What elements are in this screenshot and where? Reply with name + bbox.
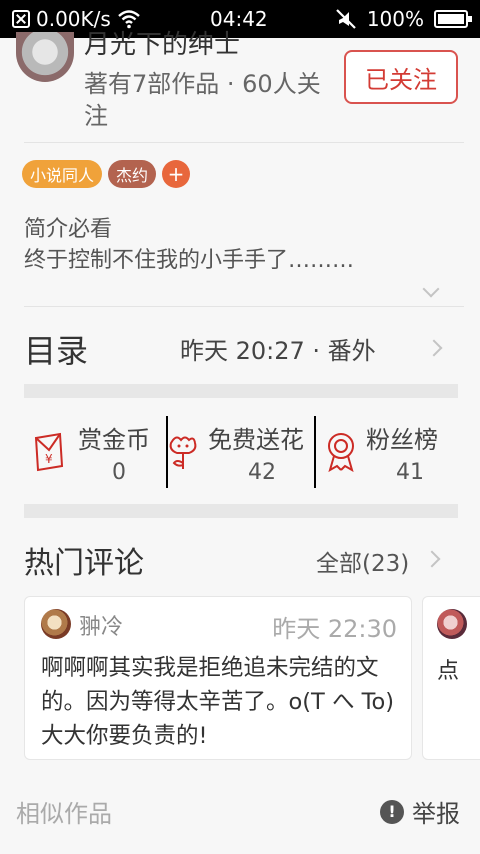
commenter-avatar[interactable] (437, 609, 467, 639)
comment-text: 点 (437, 659, 460, 684)
similar-works-label[interactable]: 相似作品 (16, 794, 112, 829)
exclamation-icon: ! (380, 799, 404, 824)
notification-icon (12, 10, 30, 28)
report-label: 举报 (412, 800, 460, 828)
red-envelope-icon: ¥ (34, 432, 64, 472)
send-flowers[interactable]: 免费送花 42 (168, 414, 314, 490)
tag-fanfic[interactable]: 小说同人 (22, 160, 103, 188)
chevron-down-icon[interactable] (422, 280, 440, 298)
battery-percent: 100% (366, 7, 424, 31)
support-stats: ¥ 赏金币 0 免费送花 42 粉丝榜 41 (0, 414, 480, 490)
chevron-right-icon (425, 339, 443, 357)
follow-button[interactable]: 已关注 (344, 50, 458, 104)
comment-time: 昨天 22:30 (272, 615, 397, 643)
medal-icon (328, 433, 354, 472)
tag-pairing[interactable]: 杰约 (108, 160, 157, 188)
comment-card[interactable]: 翀冷 昨天 22:30 啊啊啊其实我是拒绝追未完结的文的。因为等得太辛苦了。o(… (24, 596, 412, 760)
battery-icon (434, 10, 472, 28)
intro-section[interactable]: 简介必看 终于控制不住我的小手手了……… (24, 214, 354, 276)
section-band (24, 504, 458, 518)
svg-text:¥: ¥ (45, 452, 53, 466)
catalog-title: 目录 (24, 332, 89, 370)
catalog-latest: 昨天 20:27 · 番外 (180, 337, 376, 365)
author-avatar[interactable] (16, 32, 74, 82)
tag-list: 小说同人 杰约 + (22, 160, 191, 188)
author-section: 月光下的绅士 著有7部作品 · 60人关注 已关注 (0, 30, 480, 142)
divider (24, 306, 464, 307)
reward-value: 0 (112, 460, 126, 485)
status-right: 100% (335, 7, 472, 31)
catalog-row[interactable]: 目录 昨天 20:27 · 番外 (0, 320, 480, 380)
flowers-value: 42 (248, 460, 276, 485)
comment-card[interactable]: 点 (422, 596, 480, 760)
intro-text: 终于控制不住我的小手手了……… (24, 248, 355, 273)
intro-title: 简介必看 (24, 217, 113, 242)
fans-ranking[interactable]: 粉丝榜 41 (316, 414, 480, 490)
chevron-right-icon[interactable] (423, 550, 441, 568)
author-stats: 著有7部作品 · 60人关注 (84, 70, 321, 130)
all-comments-link[interactable]: 全部(23) (316, 544, 409, 578)
fans-value: 41 (396, 460, 424, 485)
section-band (24, 384, 458, 398)
mute-icon (336, 9, 356, 29)
comment-text: 啊啊啊其实我是拒绝追未完结的文的。因为等得太辛苦了。o(T へ To)大大你要负… (41, 655, 395, 749)
commenter-avatar[interactable] (41, 609, 71, 639)
commenter-name[interactable]: 翀冷 (79, 609, 123, 641)
reward-label: 赏金币 (78, 426, 150, 454)
flower-icon (169, 436, 197, 469)
divider (24, 142, 464, 143)
author-name[interactable]: 月光下的绅士 (84, 24, 240, 61)
flowers-label: 免费送花 (208, 426, 304, 454)
reward-coins[interactable]: ¥ 赏金币 0 (0, 414, 166, 490)
add-tag-button[interactable]: + (162, 160, 191, 188)
fans-label: 粉丝榜 (366, 426, 438, 454)
report-button[interactable]: ! 举报 (380, 794, 460, 829)
hot-comments-title: 热门评论 (24, 546, 144, 581)
